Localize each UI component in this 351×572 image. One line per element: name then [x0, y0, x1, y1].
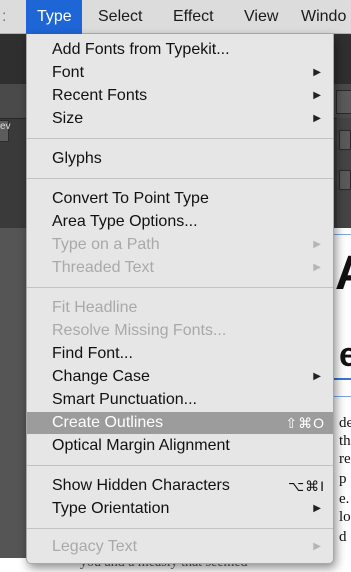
menu-item-label: Area Type Options... [52, 213, 198, 230]
headline-letter: e [339, 338, 351, 372]
keyboard-shortcut: ⌥⌘I [287, 478, 325, 494]
menu-item-size[interactable]: Size ▶ [27, 108, 333, 130]
menu-item-create-outlines[interactable]: Create Outlines ⇧⌘O [27, 412, 333, 434]
menu-separator [27, 178, 333, 179]
menu-item-smart-punctuation[interactable]: Smart Punctuation... [27, 389, 333, 411]
menu-item-label: Convert To Point Type [52, 190, 209, 207]
menubar-item-select[interactable]: Select [98, 0, 142, 34]
headline-letter: A [335, 250, 351, 298]
body-text-fragment: re [339, 451, 351, 467]
menu-item-show-hidden-characters[interactable]: Show Hidden Characters ⌥⌘I [27, 475, 333, 497]
menu-item-glyphs[interactable]: Glyphs [27, 148, 333, 170]
menu-item-label: Smart Punctuation... [52, 391, 197, 408]
body-text-fragment: th [339, 433, 351, 449]
menu-item-label: Type on a Path [52, 236, 160, 253]
triangle-right-icon: ▶ [313, 541, 321, 552]
menu-item-label: Glyphs [52, 150, 102, 167]
menu-item-label: Recent Fonts [52, 87, 148, 104]
menu-item-label: Resolve Missing Fonts... [52, 322, 227, 339]
document-tab-edge[interactable]: ev [0, 120, 11, 142]
menu-item-change-case[interactable]: Change Case ▶ [27, 366, 333, 388]
menu-bar: : Type Select Effect View Windo [0, 0, 351, 34]
menu-item-label: Threaded Text [52, 259, 154, 276]
body-text-fragment: e. [339, 491, 350, 507]
right-panel-strip [337, 118, 351, 228]
menu-item-label: Optical Margin Alignment [52, 437, 230, 454]
menu-item-label: Find Font... [52, 345, 133, 362]
menu-item-optical-margin-alignment[interactable]: Optical Margin Alignment [27, 435, 333, 457]
triangle-right-icon: ▶ [313, 503, 321, 514]
menu-item-threaded-text: Threaded Text ▶ [27, 257, 333, 279]
menu-item-label: Add Fonts from Typekit... [52, 41, 230, 58]
menu-item-label: Change Case [52, 368, 150, 385]
body-text-fragment: d [339, 529, 347, 545]
body-text-fragment: de [339, 415, 351, 431]
menu-item-legacy-text: Legacy Text ▶ [27, 536, 333, 558]
menu-item-recent-fonts[interactable]: Recent Fonts ▶ [27, 85, 333, 107]
panel-button[interactable] [339, 130, 351, 150]
triangle-right-icon: ▶ [313, 371, 321, 382]
menu-separator [27, 138, 333, 139]
menu-item-find-font[interactable]: Find Font... [27, 343, 333, 365]
type-menu: Add Fonts from Typekit... Font ▶ Recent … [26, 34, 334, 564]
menu-item-fit-headline: Fit Headline [27, 297, 333, 319]
menu-item-resolve-missing-fonts: Resolve Missing Fonts... [27, 320, 333, 342]
triangle-right-icon: ▶ [313, 90, 321, 101]
menu-item-add-fonts-from-typekit[interactable]: Add Fonts from Typekit... [27, 39, 333, 61]
menubar-item-window[interactable]: Windo [301, 0, 351, 34]
triangle-right-icon: ▶ [313, 113, 321, 124]
menu-item-label: Show Hidden Characters [52, 477, 230, 494]
menubar-item-view[interactable]: View [244, 0, 278, 34]
triangle-right-icon: ▶ [313, 262, 321, 273]
menubar-item-edit-edge[interactable]: : [2, 0, 14, 34]
menu-item-font[interactable]: Font ▶ [27, 62, 333, 84]
menubar-item-type[interactable]: Type [26, 0, 82, 34]
menu-item-label: Type Orientation [52, 500, 170, 517]
menu-item-type-on-a-path: Type on a Path ▶ [27, 234, 333, 256]
menu-item-label: Size [52, 110, 84, 127]
menu-separator [27, 528, 333, 529]
menu-item-label: Create Outlines [52, 414, 164, 431]
menu-item-label: Fit Headline [52, 299, 138, 316]
panel-button[interactable] [339, 170, 351, 190]
menu-item-type-orientation[interactable]: Type Orientation ▶ [27, 498, 333, 520]
keyboard-shortcut: ⇧⌘O [285, 415, 325, 431]
document-tab-label: ev [0, 121, 11, 132]
menu-separator [27, 287, 333, 288]
menu-item-area-type-options[interactable]: Area Type Options... [27, 211, 333, 233]
menubar-item-effect[interactable]: Effect [173, 0, 214, 34]
triangle-right-icon: ▶ [313, 239, 321, 250]
menu-separator [27, 465, 333, 466]
menu-item-label: Font [52, 64, 85, 81]
body-text-fragment: lo [339, 509, 351, 525]
triangle-right-icon: ▶ [313, 67, 321, 78]
panel-tab[interactable] [336, 90, 351, 114]
body-text-fragment: p [339, 471, 347, 487]
menu-item-label: Legacy Text [52, 538, 138, 555]
menu-item-convert-to-point-type[interactable]: Convert To Point Type [27, 188, 333, 210]
